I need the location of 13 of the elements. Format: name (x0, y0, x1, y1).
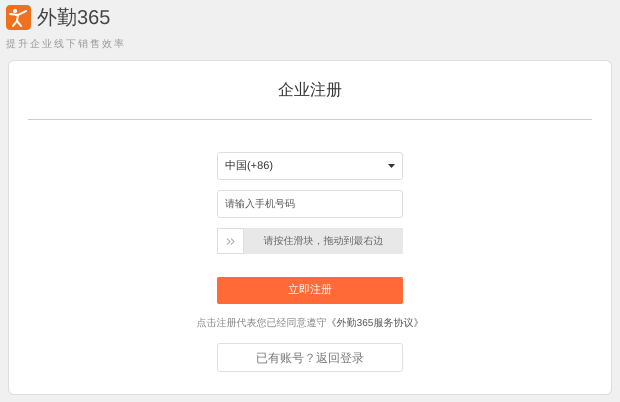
slogan: 提升企业线下销售效率 (6, 38, 127, 52)
slider-hint: 请按住滑块，拖动到最右边 (262, 234, 384, 248)
brand-name: 外勤365 (37, 8, 110, 28)
page-title: 企业注册 (278, 80, 342, 101)
caret-icon (388, 164, 395, 168)
logo-icon (6, 5, 31, 30)
country-select[interactable]: 中国(+86) (217, 152, 403, 180)
phone-field[interactable]: 请输入手机号码 (217, 190, 403, 218)
slider-handle[interactable] (217, 228, 244, 254)
terms-text: 点击注册代表您已经同意遵守《外勤365服务协议》 (196, 316, 424, 331)
login-link[interactable]: 已有账号？返回登录 (217, 343, 403, 372)
terms-link[interactable]: 《外勤365服务协议》 (326, 318, 424, 329)
double-chevron-icon (226, 238, 235, 244)
